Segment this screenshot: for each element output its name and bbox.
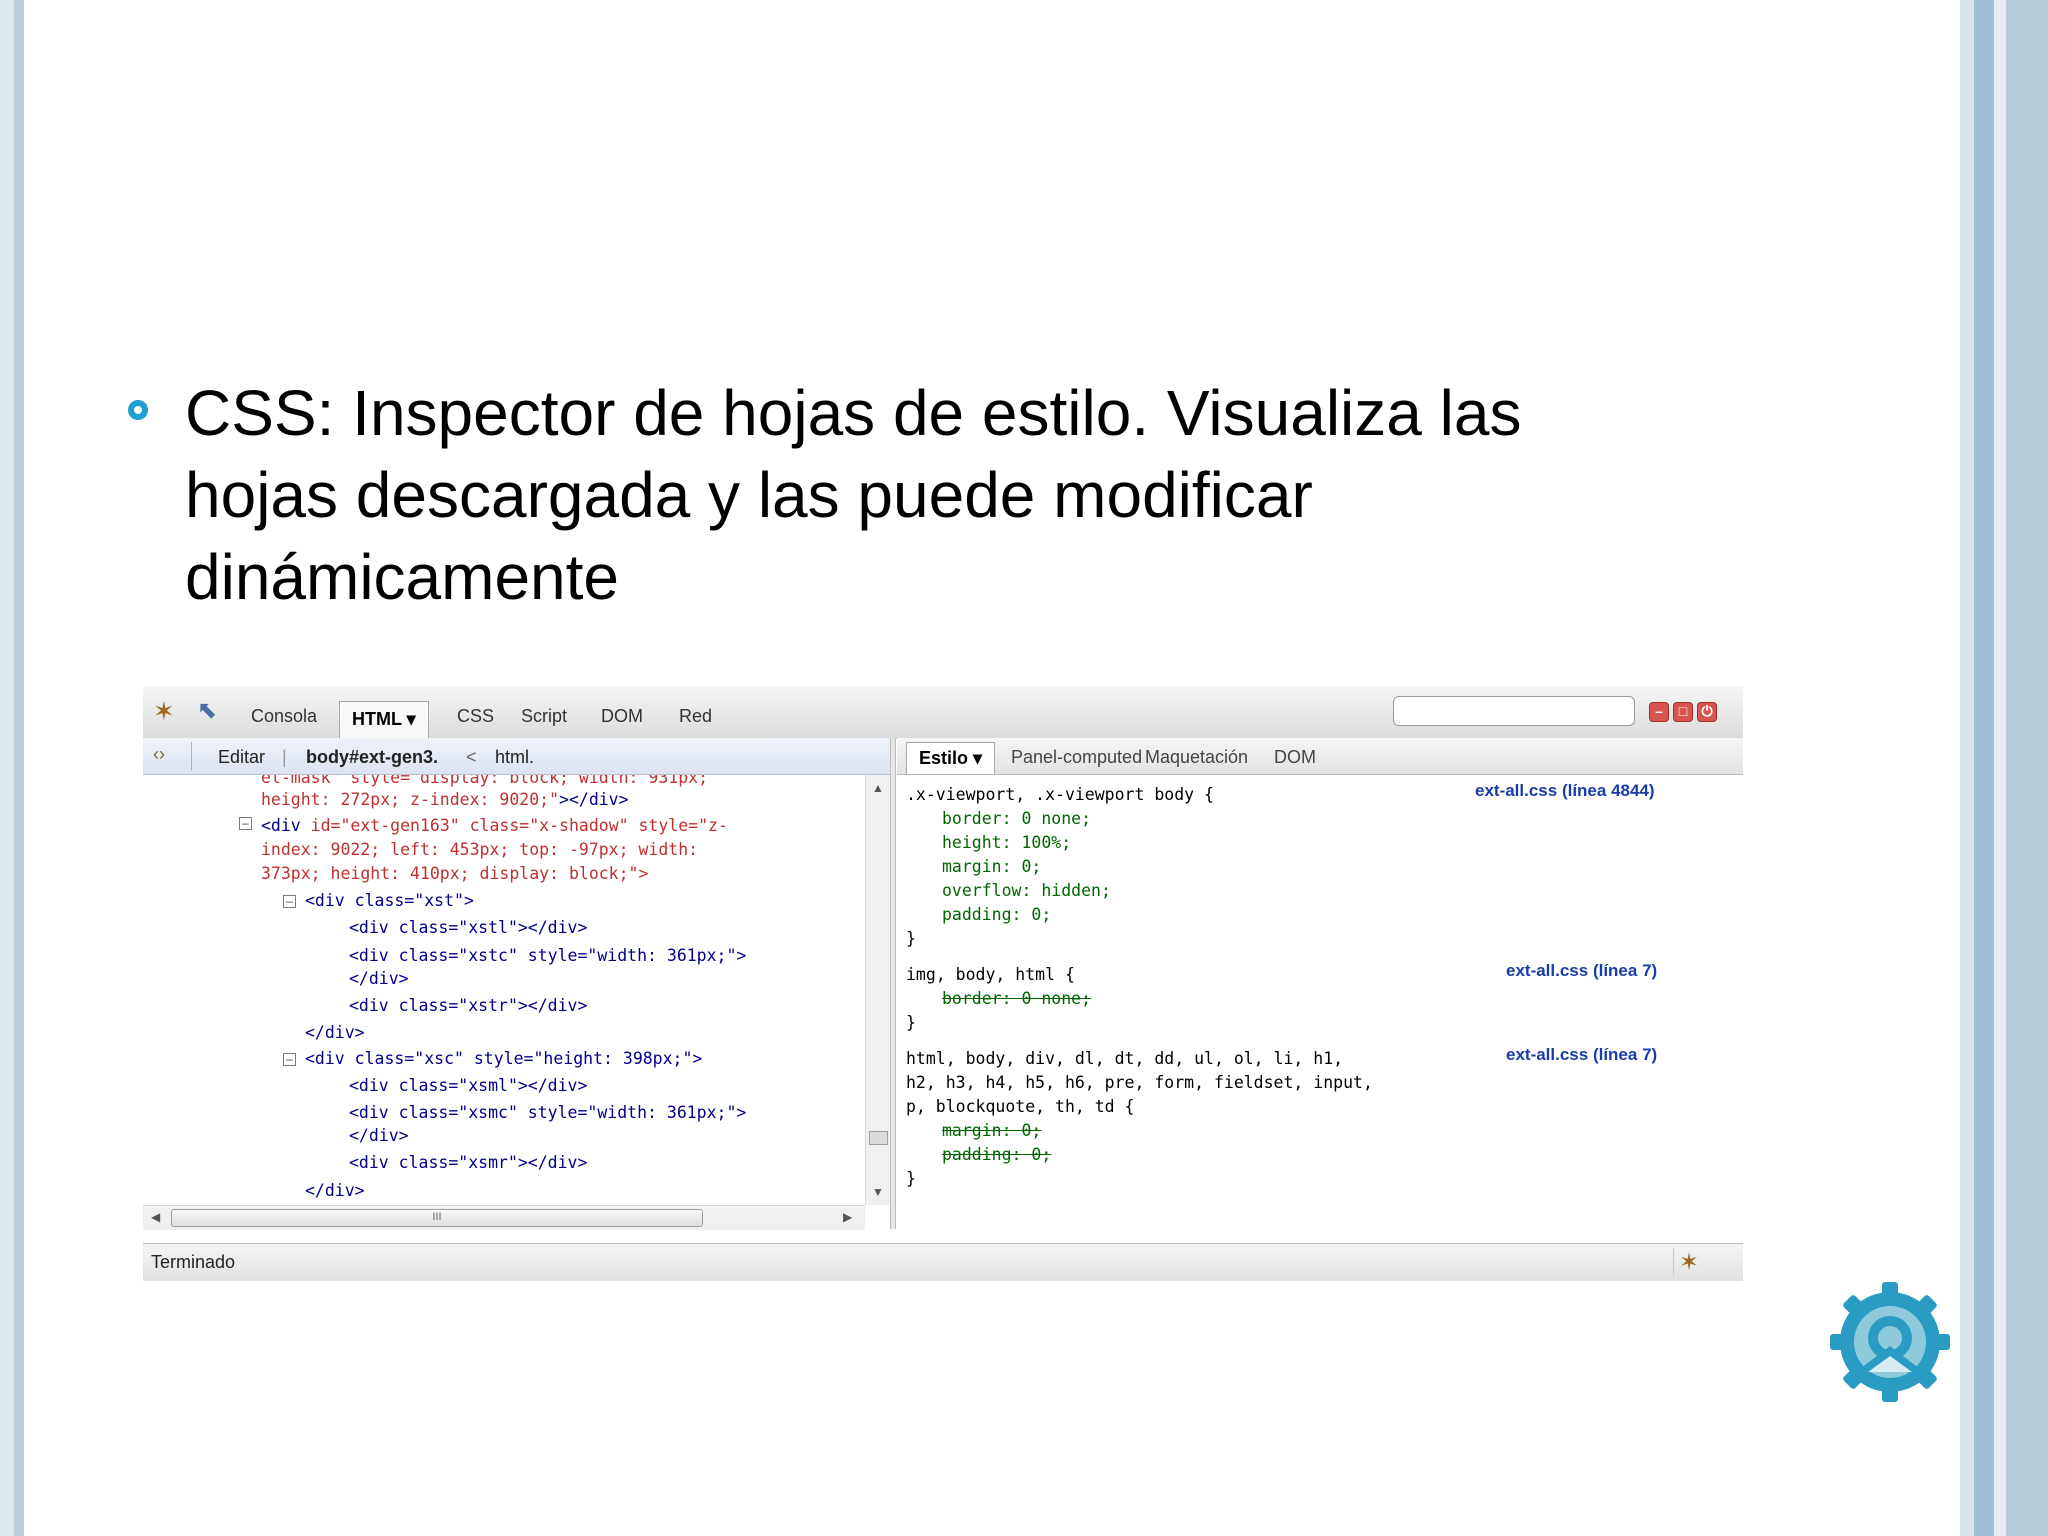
edit-button[interactable]: Editar [218, 747, 265, 768]
status-text: Terminado [151, 1252, 236, 1272]
css-style-pane[interactable]: .x-viewport, .x-viewport body { ext-all.… [897, 775, 1743, 1229]
html-line: <div class="xst"> [305, 891, 474, 910]
bullet-ring-icon [128, 400, 148, 420]
html-line-part: <div [261, 816, 301, 835]
firebug-window: ✶ ⬉ Consola HTML ▾ CSS Script DOM Red – … [143, 686, 1743, 1281]
html-line: height: 272px; z-index: 9020;"></div> [261, 790, 629, 809]
html-panel-toolbar: ‹› Editar | body#ext-gen3. < html. [143, 738, 890, 775]
gear-logo-icon [1830, 1282, 1950, 1402]
html-line: <div class="xsmc" style="width: 361px;"> [349, 1103, 747, 1122]
tab-script[interactable]: Script [521, 706, 567, 727]
tab-css[interactable]: CSS [457, 706, 494, 727]
css-source-link[interactable]: ext-all.css (línea 4844) [1475, 781, 1655, 801]
scroll-grip-icon: III [432, 1211, 442, 1223]
search-input[interactable] [1393, 696, 1635, 726]
tab-dom[interactable]: DOM [1274, 747, 1316, 768]
scroll-up-arrow-icon[interactable]: ▲ [872, 781, 884, 795]
close-button[interactable]: ⏻ [1697, 702, 1717, 722]
css-property[interactable]: margin: 0; [942, 857, 1041, 876]
collapse-toggle-icon[interactable]: – [283, 1053, 296, 1066]
css-selector: img, body, html { [906, 965, 1075, 984]
scroll-right-arrow-icon[interactable]: ▶ [843, 1210, 852, 1224]
minimize-button[interactable]: – [1649, 702, 1669, 722]
html-line: <div class="xstc" style="width: 361px;"> [349, 946, 747, 965]
html-line-part: height: 272px; z-index: 9020;" [261, 790, 560, 809]
html-line: </div> [349, 1126, 409, 1145]
breadcrumb-body[interactable]: body#ext-gen3. [306, 747, 438, 768]
breadcrumb-html[interactable]: html. [495, 747, 534, 768]
breadcrumb-divider: | [282, 747, 287, 767]
html-line: </div> [349, 969, 409, 988]
html-line: <div class="xsml"></div> [349, 1076, 588, 1095]
navigate-icon[interactable]: ‹› [153, 744, 165, 765]
css-property-overridden[interactable]: margin: 0; [942, 1121, 1041, 1140]
css-selector: html, body, div, dl, dt, dd, ul, ol, li,… [906, 1049, 1344, 1068]
scroll-thumb[interactable] [869, 1131, 888, 1145]
breadcrumb-separator: < [466, 747, 477, 767]
status-divider [1673, 1248, 1674, 1276]
tab-consola[interactable]: Consola [251, 706, 317, 727]
css-selector: p, blockquote, th, td { [906, 1097, 1135, 1116]
side-panel-toolbar: Estilo ▾ Panel-computed Maquetación DOM [897, 738, 1743, 775]
css-property[interactable]: padding: 0; [942, 905, 1051, 924]
html-line: <div class="xsc" style="height: 398px;"> [305, 1049, 703, 1068]
right-border-stripe [1960, 0, 1974, 1536]
html-line: <div class="xstl"></div> [349, 918, 588, 937]
html-line: </div> [305, 1023, 365, 1042]
html-line-part: id="ext-gen163" class="x-shadow" style="… [300, 816, 728, 835]
css-source-link[interactable]: ext-all.css (línea 7) [1506, 961, 1657, 981]
html-line: el-mask" style="display: block; width: 9… [261, 775, 709, 787]
css-rule-close: } [906, 1169, 916, 1188]
tab-dom[interactable]: DOM [601, 706, 643, 727]
html-vertical-scrollbar[interactable]: ▲ ▼ [865, 775, 891, 1205]
html-line: <div class="xsmr"></div> [349, 1153, 588, 1172]
tab-estilo[interactable]: Estilo ▾ [906, 742, 996, 774]
css-property-overridden[interactable]: border: 0 none; [942, 989, 1091, 1008]
css-rule-close: } [906, 1013, 916, 1032]
html-line: index: 9022; left: 453px; top: -97px; wi… [261, 840, 699, 859]
html-line: <div class="xstr"></div> [349, 996, 588, 1015]
right-border-stripe [2006, 0, 2048, 1536]
collapse-toggle-icon[interactable]: – [283, 895, 296, 908]
left-border-stripe [0, 0, 14, 1536]
detach-button[interactable]: □ [1673, 702, 1693, 722]
css-selector: h2, h3, h4, h5, h6, pre, form, fieldset,… [906, 1073, 1373, 1092]
scroll-left-arrow-icon[interactable]: ◀ [151, 1210, 160, 1224]
scroll-thumb[interactable]: III [171, 1209, 703, 1227]
right-border-stripe [1974, 0, 1994, 1536]
left-border-stripe [14, 0, 24, 1536]
html-line-part: ></div> [559, 790, 629, 809]
html-line: 373px; height: 410px; display: block;"> [261, 864, 649, 883]
tab-red[interactable]: Red [679, 706, 712, 727]
tab-html-label: HTML [352, 709, 402, 729]
firebug-toolbar: ✶ ⬉ Consola HTML ▾ CSS Script DOM Red – … [143, 686, 1743, 739]
tab-maquetacion[interactable]: Maquetación [1145, 747, 1248, 768]
html-line: <div id="ext-gen163" class="x-shadow" st… [261, 816, 728, 835]
scroll-down-arrow-icon[interactable]: ▼ [872, 1185, 884, 1199]
status-bar: Terminado ✶ [143, 1243, 1743, 1281]
css-rule-close: } [906, 929, 916, 948]
tab-html[interactable]: HTML ▾ [339, 701, 429, 738]
css-property-overridden[interactable]: padding: 0; [942, 1145, 1051, 1164]
html-tree-pane[interactable]: el-mask" style="display: block; width: 9… [143, 775, 865, 1205]
css-property[interactable]: overflow: hidden; [942, 881, 1111, 900]
right-border-stripe [1994, 0, 2006, 1536]
bullet-text: CSS: Inspector de hojas de estilo. Visua… [185, 377, 1522, 613]
inspect-cursor-icon[interactable]: ⬉ [197, 698, 225, 724]
panel-splitter[interactable] [890, 738, 896, 1229]
css-source-link[interactable]: ext-all.css (línea 7) [1506, 1045, 1657, 1065]
css-selector: .x-viewport, .x-viewport body { [906, 785, 1214, 804]
firebug-bug-icon[interactable]: ✶ [153, 696, 183, 726]
tab-panel-computed[interactable]: Panel-computed [1011, 747, 1142, 768]
css-property[interactable]: height: 100%; [942, 833, 1071, 852]
toolbar-divider [191, 742, 192, 770]
firebug-status-icon[interactable]: ✶ [1679, 1248, 1699, 1277]
tab-estilo-label: Estilo [919, 748, 969, 768]
collapse-toggle-icon[interactable]: – [239, 817, 252, 830]
html-horizontal-scrollbar[interactable]: ◀ III ▶ [143, 1205, 865, 1230]
css-property[interactable]: border: 0 none; [942, 809, 1091, 828]
html-line: </div> [305, 1181, 365, 1200]
